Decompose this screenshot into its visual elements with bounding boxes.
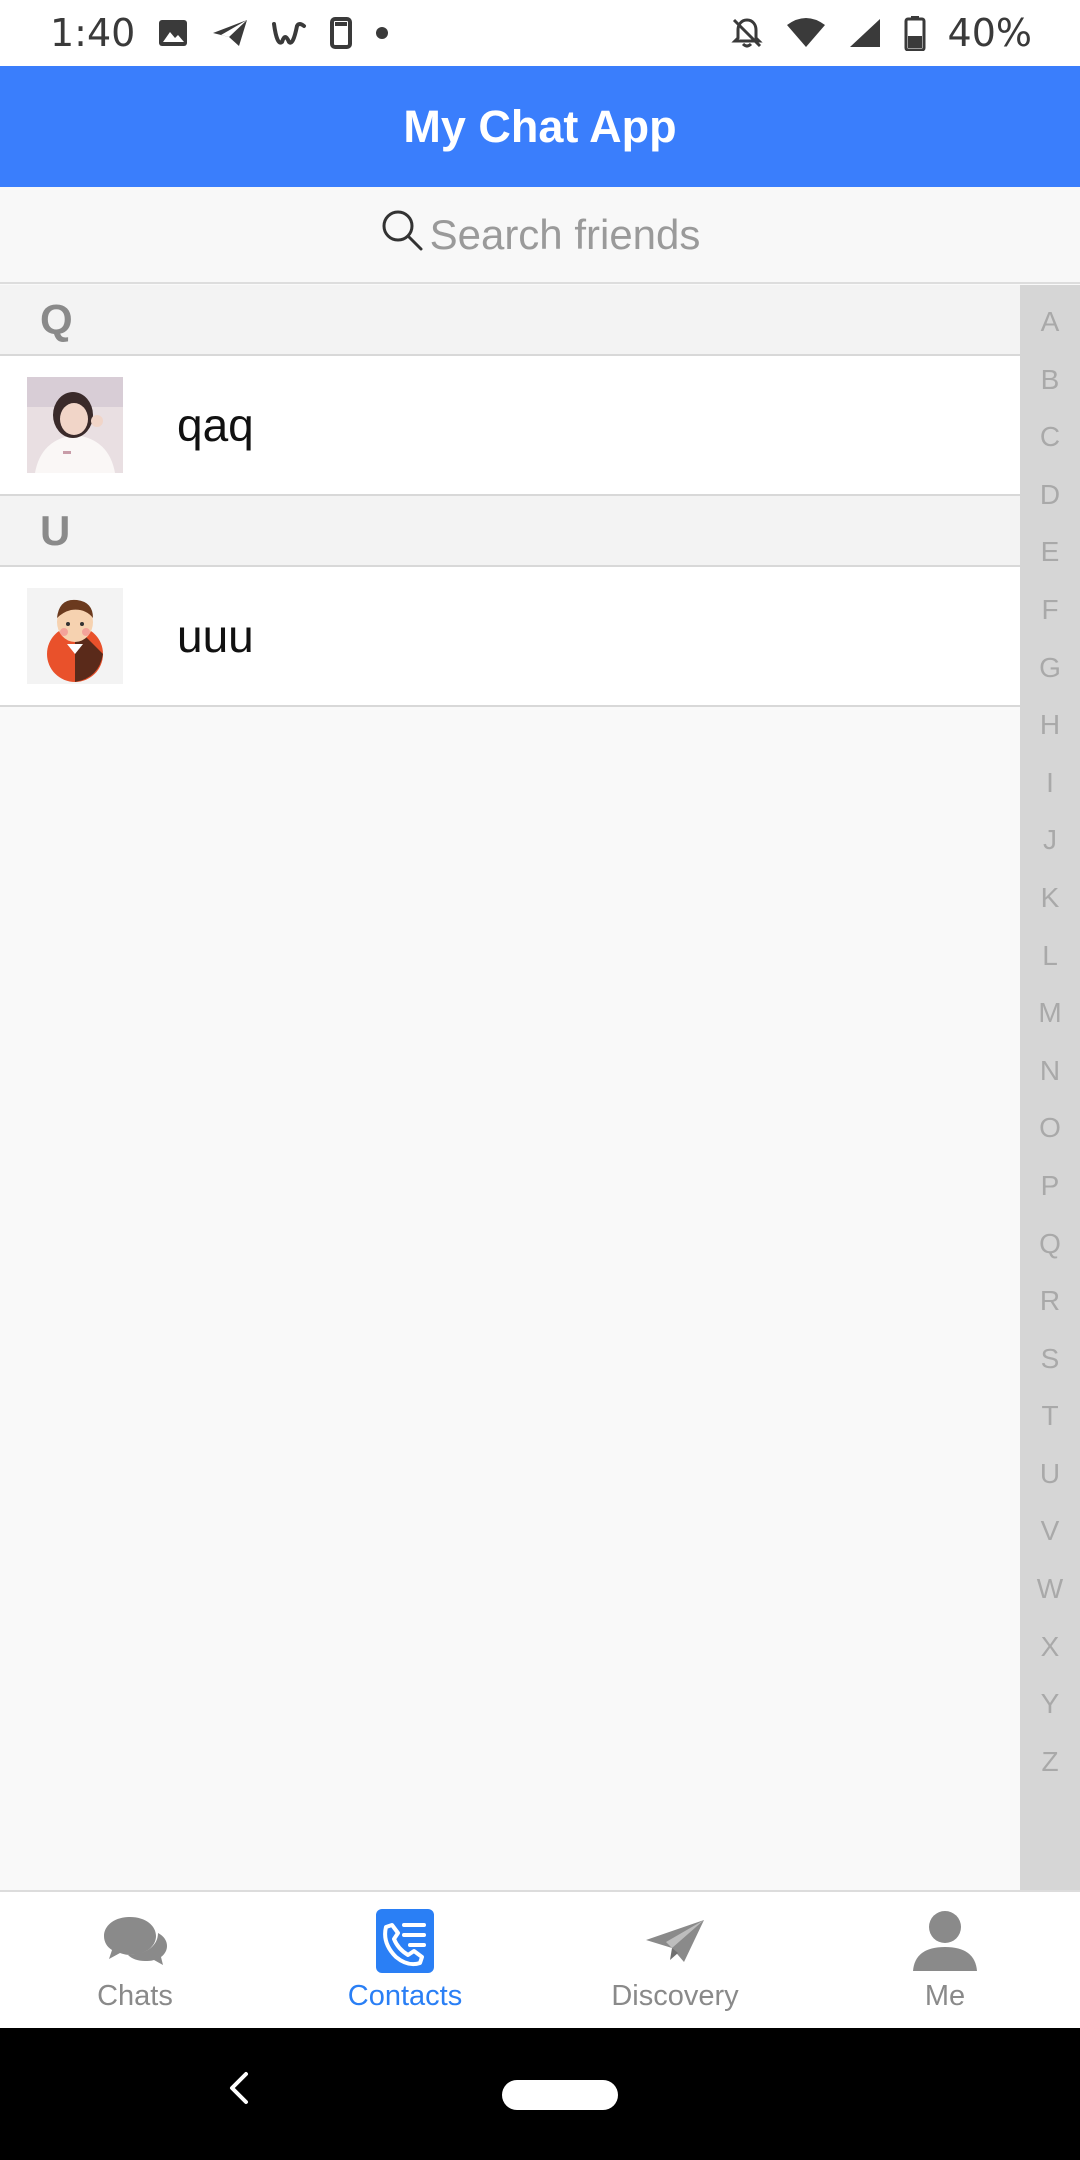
section-header-u: U — [0, 496, 1020, 567]
paper-plane-icon — [644, 1906, 706, 1976]
app-bar: My Chat App — [0, 66, 1080, 187]
index-letter-e[interactable]: E — [1041, 526, 1060, 584]
index-letter-y[interactable]: Y — [1041, 1678, 1060, 1736]
index-letter-l[interactable]: L — [1042, 930, 1058, 988]
home-pill-button[interactable] — [502, 2080, 618, 2110]
status-bar-left: 1:40 — [50, 11, 389, 55]
section-letter: Q — [40, 295, 73, 343]
bottom-tab-bar: Chats Contacts Discovery Me — [0, 1890, 1080, 2028]
index-letter-i[interactable]: I — [1046, 757, 1054, 815]
chat-bubbles-icon — [100, 1906, 170, 1976]
index-letter-n[interactable]: N — [1040, 1045, 1060, 1103]
tab-label: Discovery — [611, 1980, 739, 2012]
person-icon — [911, 1906, 979, 1976]
bell-off-icon — [730, 16, 764, 50]
index-letter-b[interactable]: B — [1041, 354, 1060, 412]
index-letter-m[interactable]: M — [1038, 987, 1061, 1045]
app-title: My Chat App — [403, 100, 677, 152]
status-bar: 1:40 40% — [0, 0, 1080, 66]
phone-outline-icon — [329, 17, 353, 49]
wifi-icon — [786, 17, 826, 49]
w-app-icon — [271, 18, 307, 48]
cartoon-avatar — [27, 588, 123, 684]
index-letter-x[interactable]: X — [1041, 1621, 1060, 1679]
contact-name: uuu — [177, 610, 254, 662]
index-letter-v[interactable]: V — [1041, 1505, 1060, 1563]
back-icon[interactable] — [222, 2066, 256, 2115]
contact-row-qaq[interactable]: qaq — [0, 356, 1020, 496]
contacts-book-icon — [372, 1906, 438, 1976]
alphabet-index[interactable]: ABCDEFGHIJKLMNOPQRSTUVWXYZ — [1020, 285, 1080, 1890]
status-time: 1:40 — [50, 11, 136, 55]
index-letter-h[interactable]: H — [1040, 699, 1060, 757]
tab-label: Chats — [97, 1980, 173, 2012]
contact-list: Q qaq U uuu — [0, 285, 1020, 707]
battery-percent: 40% — [947, 11, 1032, 55]
index-letter-a[interactable]: A — [1041, 296, 1060, 354]
tab-chats[interactable]: Chats — [0, 1892, 270, 2028]
dot-icon — [375, 26, 389, 40]
search-bar[interactable]: Search friends — [0, 187, 1080, 284]
tab-label: Contacts — [347, 1980, 463, 2012]
contact-row-uuu[interactable]: uuu — [0, 567, 1020, 707]
index-letter-j[interactable]: J — [1043, 814, 1057, 872]
index-letter-z[interactable]: Z — [1041, 1736, 1058, 1794]
index-letter-u[interactable]: U — [1040, 1448, 1060, 1506]
search-icon — [380, 208, 424, 262]
index-letter-p[interactable]: P — [1041, 1160, 1060, 1218]
contact-name: qaq — [177, 399, 254, 451]
index-letter-k[interactable]: K — [1041, 872, 1060, 930]
index-letter-f[interactable]: F — [1041, 584, 1058, 642]
tab-label: Me — [924, 1980, 966, 2012]
battery-icon — [904, 15, 926, 51]
index-letter-q[interactable]: Q — [1039, 1218, 1061, 1276]
index-letter-c[interactable]: C — [1040, 411, 1060, 469]
index-letter-t[interactable]: T — [1041, 1390, 1058, 1448]
image-icon — [157, 17, 189, 49]
tab-contacts[interactable]: Contacts — [270, 1892, 540, 2028]
index-letter-s[interactable]: S — [1041, 1333, 1060, 1391]
tab-me[interactable]: Me — [810, 1892, 1080, 2028]
status-bar-right: 40% — [730, 11, 1032, 55]
send-icon — [211, 18, 249, 48]
signal-icon — [848, 17, 882, 49]
section-header-q: Q — [0, 285, 1020, 356]
search-placeholder[interactable]: Search friends — [430, 211, 701, 259]
system-nav-bar — [0, 2028, 1080, 2160]
index-letter-d[interactable]: D — [1040, 469, 1060, 527]
tab-discovery[interactable]: Discovery — [540, 1892, 810, 2028]
index-letter-o[interactable]: O — [1039, 1102, 1061, 1160]
index-letter-g[interactable]: G — [1039, 642, 1061, 700]
index-letter-w[interactable]: W — [1037, 1563, 1063, 1621]
photo-avatar — [27, 377, 123, 473]
section-letter: U — [40, 506, 71, 554]
index-letter-r[interactable]: R — [1040, 1275, 1060, 1333]
